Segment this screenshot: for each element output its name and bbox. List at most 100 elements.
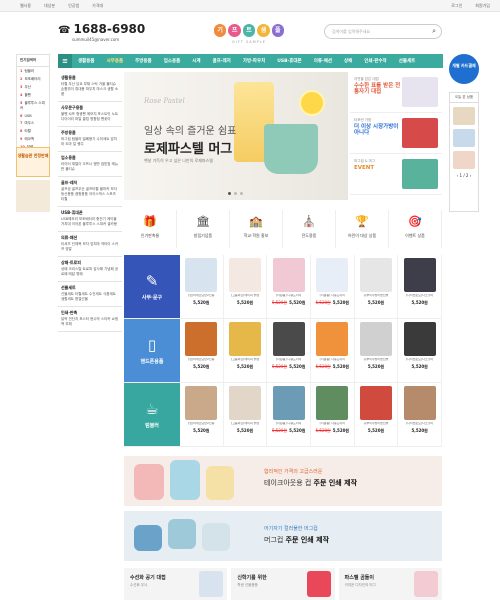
- theme-item[interactable]: 🏫 학교·학원 홍보: [230, 210, 283, 248]
- product-card[interactable]: 홍부이주방리엔선물 5,520원: [355, 319, 399, 382]
- category-title[interactable]: 인쇄·판촉: [61, 310, 119, 315]
- product-image[interactable]: [316, 386, 349, 420]
- nav-item[interactable]: 인쇄·판수작: [358, 58, 392, 64]
- product-image[interactable]: [316, 322, 349, 356]
- product-name[interactable]: 홍부이주방리엔선물: [355, 358, 398, 362]
- product-card[interactable]: 홍부이주방리엔선물 5,520원: [355, 383, 399, 446]
- category-title[interactable]: 선물세트: [61, 285, 119, 290]
- keyword-item[interactable]: 3 우산: [17, 83, 49, 91]
- product-image[interactable]: [316, 258, 349, 292]
- product-card[interactable]: [판]아레르닷판2인용 5,520원: [180, 319, 224, 382]
- category-links[interactable]: 티셔츠 단체복 모자 앞치마 넥타이 스카프 양말: [61, 242, 119, 252]
- category-links[interactable]: 선물세트 타월세트 수건세트 식품세트 생활세트 명절선물: [61, 292, 119, 302]
- product-card[interactable]: [더원품] 다용도리리 5,520원 5,520원: [311, 383, 355, 446]
- banner-dot[interactable]: [228, 192, 231, 195]
- feature-tile[interactable]: 신학기를 위한 학생 선물용품: [231, 568, 335, 600]
- product-name[interactable]: [판]아레르닷판2인용: [180, 294, 223, 298]
- keyword-item[interactable]: 6 USB: [17, 112, 49, 119]
- top-link[interactable]: 웹사용: [20, 3, 31, 9]
- nav-item[interactable]: 골프·레저: [207, 58, 237, 64]
- product-name[interactable]: [고품씨한]레이피 볼펜: [224, 422, 267, 426]
- product-name[interactable]: [다이렐로모]나소할이: [398, 422, 441, 426]
- product-card[interactable]: [더원품] 다용도리리 5,520원 5,520원: [267, 255, 312, 318]
- banner-dot[interactable]: [240, 192, 243, 195]
- product-name[interactable]: [판]아레르닷판2인용: [180, 422, 223, 426]
- product-image[interactable]: [360, 322, 393, 356]
- theme-item[interactable]: 🎯 이벤트 상품: [389, 210, 442, 248]
- category-title[interactable]: 의류·패션: [61, 235, 119, 240]
- nav-item[interactable]: USB·휴대폰: [271, 58, 307, 64]
- theme-item[interactable]: ⛪ 전도용품: [283, 210, 336, 248]
- category-title[interactable]: 골프·레저: [61, 180, 119, 185]
- nav-item[interactable]: 주방용품: [129, 58, 158, 64]
- category-title[interactable]: 사무문구용품: [61, 105, 119, 110]
- category-links[interactable]: USB메모리 보조배터리 충전기 케이블 거치대 이어폰 블루투스 스피커 셀카…: [61, 217, 119, 227]
- menu-icon[interactable]: ≡: [58, 54, 72, 68]
- category-links[interactable]: 달력 전단지 포스터 현수막 스티커 쇼핑백 부채: [61, 317, 119, 327]
- row-category-label[interactable]: ☕ 텀블러: [124, 383, 180, 446]
- product-image[interactable]: [272, 386, 305, 420]
- row-category-label[interactable]: ▯ 핸드폰용품: [124, 319, 180, 382]
- nav-item[interactable]: 업소용품: [158, 58, 187, 64]
- product-card[interactable]: [더원품] 다용도리리 5,520원 5,520원: [267, 383, 312, 446]
- main-banner[interactable]: Rose Pastel 일상 속의 즐거운 쉼표 로제파스텔 머그 햇살 가득히…: [124, 72, 348, 200]
- product-image[interactable]: [360, 386, 393, 420]
- product-image[interactable]: [360, 258, 393, 292]
- category-links[interactable]: 상패 크리스탈 트로피 감사패 기념패 공로패 메달 명패: [61, 267, 119, 277]
- recent-thumb[interactable]: [453, 107, 475, 125]
- product-name[interactable]: [다이렐로모]나소할이: [398, 358, 441, 362]
- row-category-label[interactable]: ✎ 사무·문구: [124, 255, 180, 318]
- top-link[interactable]: 인공법: [68, 3, 79, 9]
- promo-card[interactable]: 자연을 담은 대접 수수한 표를 받은 전통자기 대접: [350, 72, 442, 113]
- product-image[interactable]: [185, 386, 218, 420]
- product-image[interactable]: [403, 322, 436, 356]
- product-card[interactable]: [더원품] 다용도리리 5,520원 5,520원: [311, 255, 355, 318]
- product-image[interactable]: [403, 386, 436, 420]
- product-image[interactable]: [272, 258, 305, 292]
- keyword-item[interactable]: 1 텀블러: [17, 67, 49, 75]
- product-card[interactable]: [고품씨한]레이피 볼펜 5,520원: [224, 255, 268, 318]
- product-image[interactable]: [229, 322, 261, 356]
- top-link[interactable]: 대상분: [44, 3, 55, 9]
- nav-item[interactable]: 의류·패션: [308, 58, 338, 64]
- nav-item[interactable]: 시계: [186, 58, 206, 64]
- product-card[interactable]: [다이렐로모]나소할이 5,520원: [398, 319, 443, 382]
- product-card[interactable]: 홍부이주방리엔선물 5,520원: [355, 255, 399, 318]
- product-image[interactable]: [403, 258, 436, 292]
- recent-thumb[interactable]: [453, 151, 475, 169]
- product-name[interactable]: [다이렐로모]나소할이: [398, 294, 441, 298]
- product-name[interactable]: 홍부이주방리엔선물: [355, 294, 398, 298]
- keyword-item[interactable]: 2 보조배터리: [17, 75, 49, 83]
- category-title[interactable]: 업소용품: [61, 155, 119, 160]
- product-card[interactable]: [판]아레르닷판2인용 5,520원: [180, 383, 224, 446]
- product-card[interactable]: [다이렐로모]나소할이 5,520원: [398, 383, 443, 446]
- product-name[interactable]: [더원품] 다용도리리: [311, 422, 354, 426]
- recently-viewed-pagination[interactable]: ‹ 1 / 2 ›: [450, 173, 478, 178]
- left-ad-banner[interactable]: 생활습관 한정판매: [16, 147, 50, 177]
- recent-thumb[interactable]: [453, 129, 475, 147]
- category-links[interactable]: 골프공 골프우산 골프타월 볼마커 모자 등산용품 캠핑용품 아이스박스 스포츠…: [61, 187, 119, 202]
- left-ad-image[interactable]: [16, 180, 50, 212]
- product-card[interactable]: [더원품] 다용도리리 5,520원 5,520원: [311, 319, 355, 382]
- category-links[interactable]: 볼펜 샤프 형광펜 메모지 포스트잇 노트 다이어리 파일 클립 명함첩 펜꽂이: [61, 112, 119, 122]
- category-title[interactable]: USB·휴대폰: [61, 210, 119, 215]
- nav-item[interactable]: 상패: [338, 58, 358, 64]
- product-image[interactable]: [185, 258, 218, 292]
- category-links[interactable]: 타월 우산 담요 부채 스틱 거울 물티슈 손톱깎이 휴대용 파우치 마스크 생…: [61, 82, 119, 97]
- feature-tile[interactable]: 수선화 공기 대접 수선화 무늬: [124, 568, 228, 600]
- product-card[interactable]: [판]아레르닷판2인용 5,520원: [180, 255, 224, 318]
- category-title[interactable]: 주방용품: [61, 130, 119, 135]
- product-image[interactable]: [272, 322, 305, 356]
- product-image[interactable]: [229, 386, 261, 420]
- product-card[interactable]: [다이렐로모]나소할이 5,520원: [398, 255, 443, 318]
- product-image[interactable]: [185, 322, 218, 356]
- promo-card[interactable]: 타포린 가방 더 이상 시장가방이 아니다: [350, 113, 442, 154]
- nav-item[interactable]: 생활용품: [72, 58, 101, 64]
- category-links[interactable]: 머그컵 텀블러 밀폐용기 수저세트 앞치마 도마 칼 행주: [61, 137, 119, 147]
- nav-item[interactable]: 사무용품: [101, 58, 130, 64]
- theme-item[interactable]: 🏛 창립기념품: [177, 210, 230, 248]
- top-link[interactable]: 로그인: [451, 3, 462, 9]
- nav-item[interactable]: 가방·파우치: [237, 58, 271, 64]
- site-logo[interactable]: 기프트샘플 GIFT SAMPLE: [213, 22, 285, 48]
- product-name[interactable]: [더원품] 다용도리리: [267, 294, 310, 298]
